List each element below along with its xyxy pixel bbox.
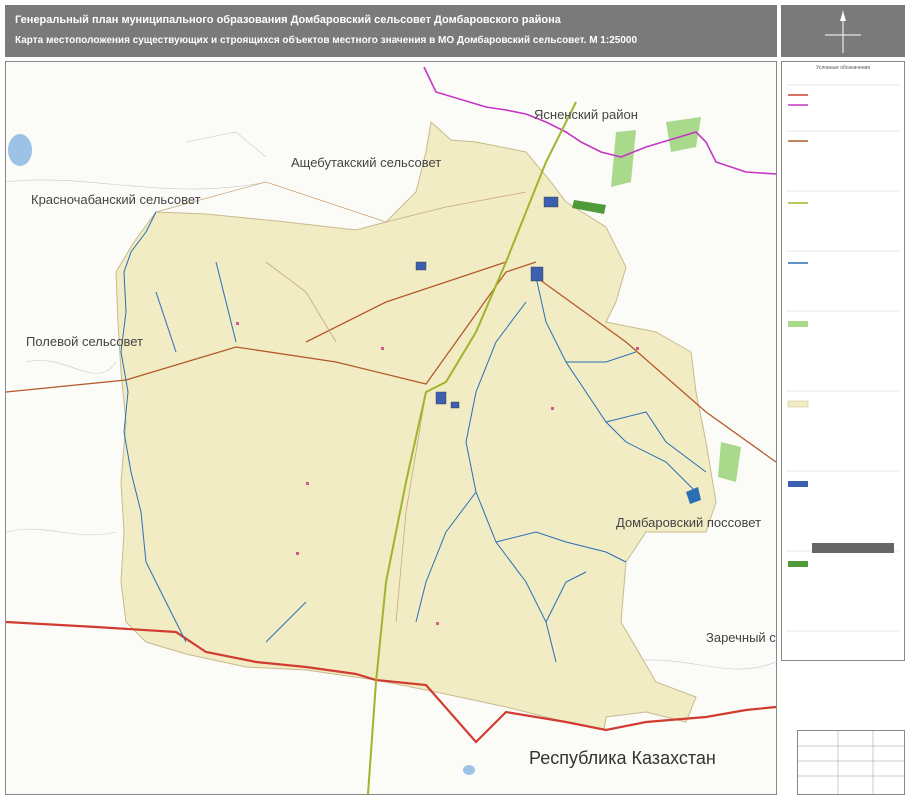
map-drawing (6, 66, 776, 794)
forest-patch (666, 117, 701, 152)
lake-icon (8, 134, 32, 166)
label-polevoy: Полевой сельсовет (26, 334, 144, 349)
north-arrow-panel (781, 5, 905, 57)
north-arrow-icon (825, 11, 861, 53)
label-zarechny: Заречный сельсовет (706, 630, 776, 645)
forest-patch (718, 442, 741, 482)
label-yasny-district: Ясненский район (534, 107, 638, 122)
title-block-grid (798, 731, 904, 794)
map-header: Генеральный план муниципального образова… (5, 5, 777, 57)
forest-patch (611, 130, 636, 187)
label-ashchebutak: Ащебутакский сельсовет (291, 155, 442, 170)
lake-icon (463, 765, 475, 775)
label-kazakhstan: Республика Казахстан (529, 748, 716, 768)
map-canvas[interactable]: Ясненский район Ащебутакский сельсовет К… (5, 61, 777, 795)
map-subtitle: Карта местоположения существующих и стро… (15, 35, 638, 46)
title-block-stamp (797, 730, 905, 795)
label-dombarovsky: Домбаровский поссовет (616, 515, 762, 530)
territory-dombarovsky-selsovet[interactable] (115, 121, 717, 731)
legend-swatches (786, 84, 900, 632)
legend-panel: Условные обозначения (781, 61, 905, 661)
map-title: Генеральный план муниципального образова… (15, 14, 561, 26)
label-krasnochaban: Красночабанский сельсовет (31, 192, 201, 207)
